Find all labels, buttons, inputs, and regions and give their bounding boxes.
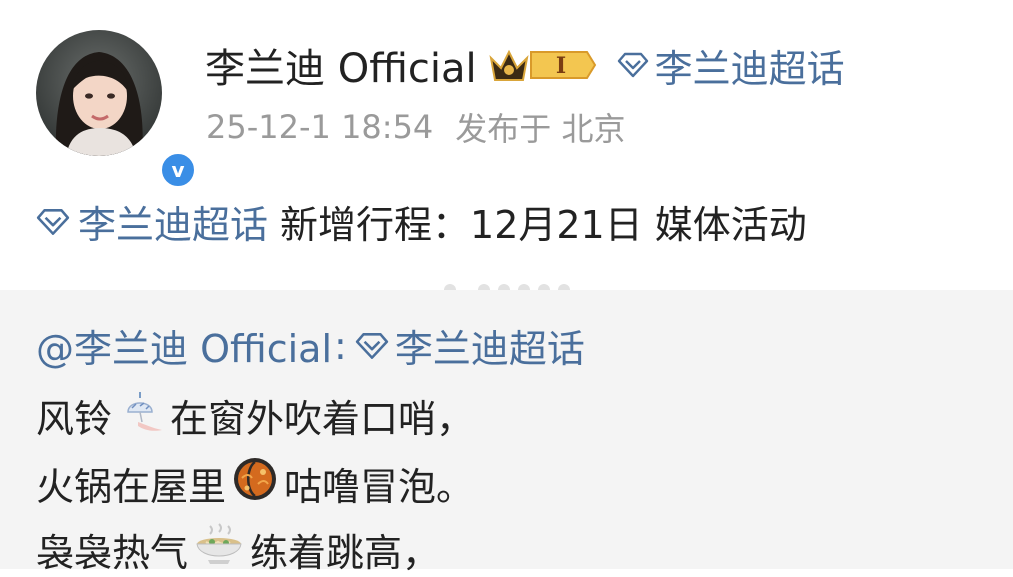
post-header: v 李兰迪 Official I 李兰迪超话 25-12-1 18:54 发布于… — [0, 0, 1013, 296]
crown-badge-icon[interactable]: I — [487, 44, 599, 86]
post-text: 李兰迪超话 新增行程：12月21日 媒体活动 — [36, 194, 807, 249]
repost-supertopic[interactable]: 李兰迪超话 — [395, 318, 585, 373]
avatar-image — [36, 30, 162, 156]
repost-line-text: 在窗外吹着口哨， — [170, 397, 475, 441]
verified-badge-icon: v — [158, 150, 198, 190]
diamond-icon — [617, 52, 648, 78]
username[interactable]: 李兰迪 Official — [205, 36, 477, 94]
post-meta: 25-12-1 18:54 发布于 北京 — [206, 104, 625, 150]
supertopic-link-label: 李兰迪超话 — [654, 46, 845, 91]
location: 发布于 北京 — [455, 110, 626, 148]
repost-line: 风铃 在窗外吹着口哨， — [36, 388, 474, 443]
post-body: 新增行程：12月21日 媒体活动 — [280, 203, 807, 247]
diamond-icon — [355, 332, 388, 359]
post-supertopic-tag[interactable]: 李兰迪超话 — [36, 194, 268, 249]
timestamp: 25-12-1 18:54 — [206, 108, 434, 146]
repost-mention[interactable]: @李兰迪 Official — [36, 318, 332, 373]
supertopic-link[interactable]: 李兰迪超话 — [617, 38, 845, 93]
repost-colon: : — [334, 323, 347, 368]
repost-line-text: 火锅在屋里 — [36, 465, 227, 509]
repost-card[interactable]: @李兰迪 Official : 李兰迪超话 风铃 在窗外吹着口哨， 火锅在屋里 — [0, 290, 1013, 575]
wind-chime-icon — [118, 388, 164, 443]
avatar[interactable]: v — [36, 30, 198, 190]
badge-level: I — [555, 53, 565, 79]
repost-line: 火锅在屋里 咕噜冒泡。 — [36, 456, 474, 511]
hotpot-icon — [232, 456, 278, 511]
repost-line-text: 风铃 — [36, 397, 113, 441]
diamond-icon — [36, 208, 70, 235]
repost-line-text: 咕噜冒泡。 — [284, 465, 475, 509]
post-supertopic-label: 李兰迪超话 — [78, 203, 269, 247]
repost-header: @李兰迪 Official : 李兰迪超话 — [36, 318, 585, 373]
username-row: 李兰迪 Official I 李兰迪超话 — [205, 38, 845, 93]
